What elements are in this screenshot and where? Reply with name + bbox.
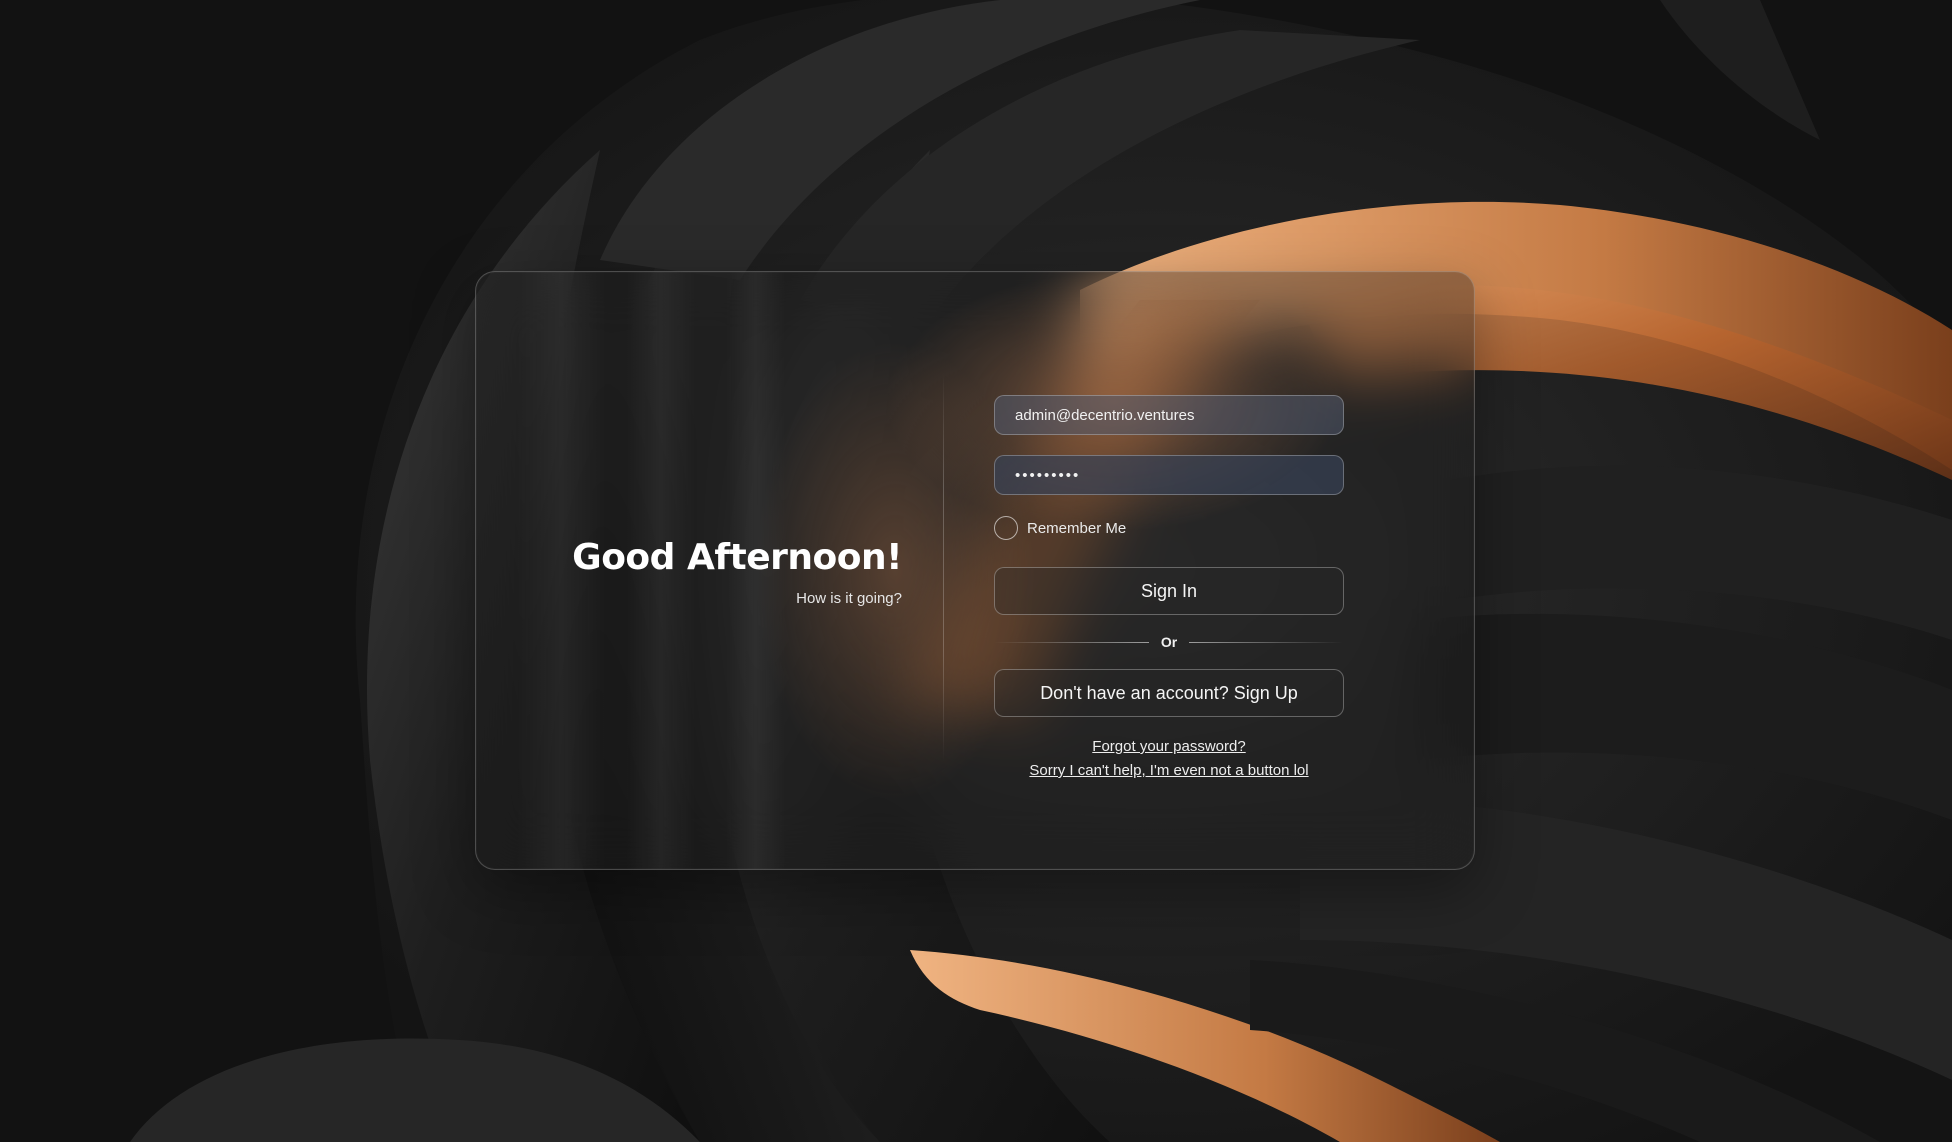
email-input[interactable] [994, 395, 1344, 435]
or-label: Or [1160, 634, 1178, 650]
password-input[interactable] [994, 455, 1344, 495]
joke-text: Sorry I can't help, I'm even not a butto… [1029, 762, 1309, 779]
greeting-title: Good Afternoon! [572, 537, 902, 578]
sign-in-button[interactable]: Sign In [994, 567, 1344, 615]
vertical-divider [943, 372, 944, 762]
help-links: Forgot your password? Sorry I can't help… [994, 735, 1344, 783]
remember-me-radio[interactable] [994, 516, 1018, 540]
remember-me-row: Remember Me [994, 516, 1344, 540]
or-line-left [994, 641, 1149, 643]
or-line-right [1189, 641, 1344, 643]
login-card: Good Afternoon! How is it going? Remembe… [475, 271, 1475, 870]
sign-up-button[interactable]: Don't have an account? Sign Up [994, 669, 1344, 717]
forgot-password-link[interactable]: Forgot your password? [994, 735, 1344, 759]
greeting-block: Good Afternoon! How is it going? [572, 537, 902, 607]
greeting-subtitle: How is it going? [796, 590, 902, 607]
remember-me-label[interactable]: Remember Me [1027, 520, 1126, 537]
or-separator: Or [994, 631, 1344, 653]
login-form: Remember Me Sign In Or Don't have an acc… [994, 395, 1344, 783]
